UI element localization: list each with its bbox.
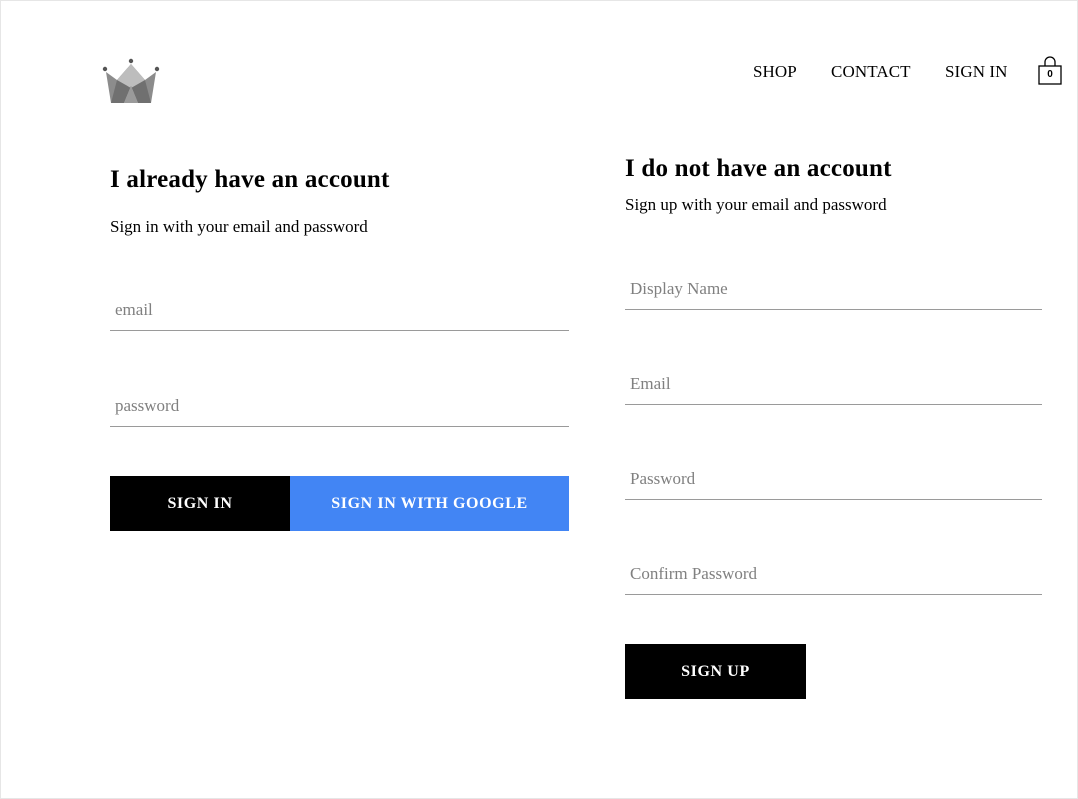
sign-up-email-field	[625, 364, 1042, 405]
sign-up-password-input[interactable]	[625, 459, 1042, 499]
sign-in-button[interactable]: SIGN IN	[110, 476, 290, 531]
sign-in-password-input[interactable]	[110, 386, 569, 426]
cart-count: 0	[1047, 69, 1053, 80]
sign-up-button[interactable]: SIGN UP	[625, 644, 806, 699]
display-name-field	[625, 269, 1042, 310]
sign-in-password-field	[110, 386, 569, 427]
sign-up-title: I do not have an account	[625, 155, 892, 182]
sign-up-subtitle: Sign up with your email and password	[625, 195, 887, 214]
display-name-input[interactable]	[625, 269, 1042, 309]
nav-sign-in-link[interactable]: SIGN IN	[945, 62, 1008, 82]
sign-up-section: I do not have an account Sign up with yo…	[625, 155, 1042, 699]
nav-shop-link[interactable]: SHOP	[753, 62, 797, 82]
sign-up-password-field	[625, 459, 1042, 500]
crown-logo-icon[interactable]	[102, 58, 160, 104]
sign-up-email-input[interactable]	[625, 364, 1042, 404]
sign-in-subtitle: Sign in with your email and password	[110, 217, 368, 236]
sign-in-email-input[interactable]	[110, 290, 569, 330]
sign-in-section: I already have an account Sign in with y…	[110, 166, 569, 531]
nav-contact-link[interactable]: CONTACT	[831, 62, 911, 82]
cart-button[interactable]: 0	[1037, 56, 1063, 86]
sign-in-with-google-button[interactable]: SIGN IN WITH GOOGLE	[290, 476, 569, 531]
confirm-password-field	[625, 554, 1042, 595]
sign-in-email-field	[110, 290, 569, 331]
confirm-password-input[interactable]	[625, 554, 1042, 594]
sign-in-title: I already have an account	[110, 166, 390, 193]
